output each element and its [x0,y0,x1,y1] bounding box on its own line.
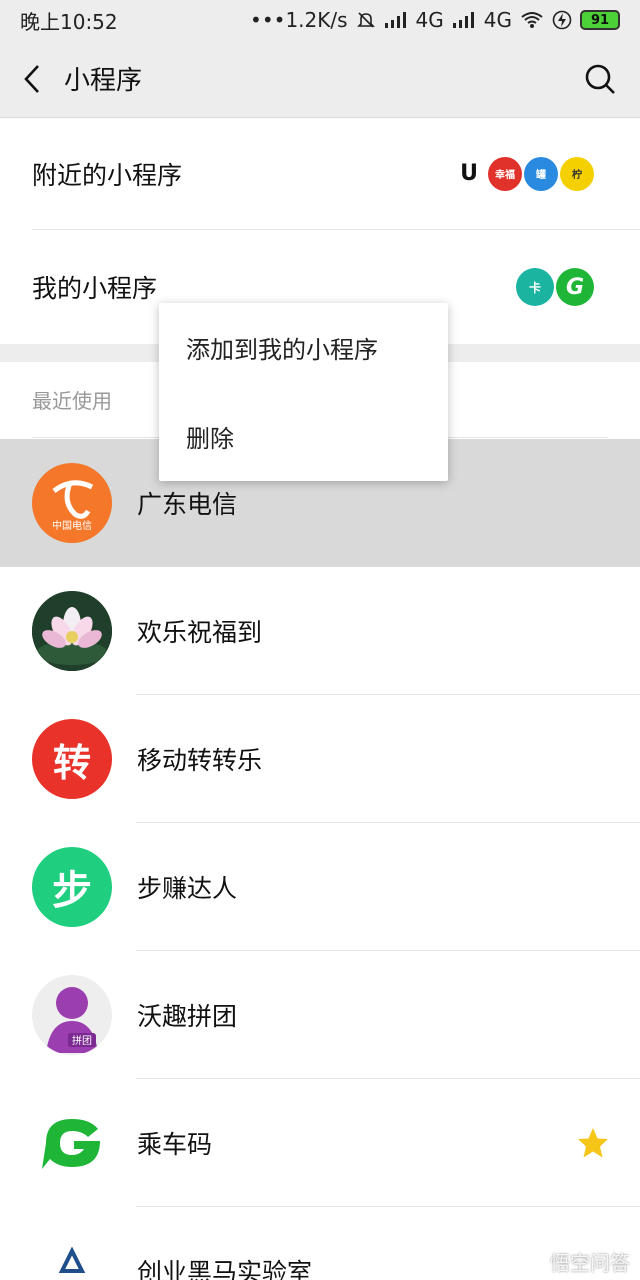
search-icon [585,64,615,94]
recent-item-label: 移动转转乐 [137,746,263,775]
recent-item-buzhuan[interactable]: 步 步赚达人 [0,823,640,951]
page-title: 小程序 [64,66,143,96]
back-arrow-icon [24,64,39,93]
signal-icon-1 [384,12,406,28]
signal-icon-2 [452,12,474,28]
recent-item-huanle[interactable]: 欢乐祝福到 [0,567,640,695]
wifi-icon [521,12,543,28]
lotus-icon [32,591,112,671]
nearby-thumbnails: U 幸福 罐 柠 [452,156,594,191]
battery-indicator: 91 [580,10,620,30]
watermark: 悟空问答 [514,1247,630,1276]
recent-item-bus-code[interactable]: 乘车码 [0,1079,640,1207]
wukong-logo-icon [514,1251,544,1272]
recent-item-label: 步赚达人 [137,874,238,903]
context-menu: 添加到我的小程序 删除 [159,303,448,481]
nearby-thumb-4: 柠 [560,156,594,191]
zhuan-icon: 转 [32,719,112,799]
signal-type-1: 4G [415,8,444,32]
charging-icon [552,10,572,30]
recent-item-label: 沃趣拼团 [137,1002,238,1031]
search-button[interactable] [560,40,640,118]
watermark-text: 悟空问答 [550,1251,630,1275]
zhuan-icon-text: 转 [52,740,91,785]
status-time: 晚上10:52 [20,9,118,34]
recent-item-label: 创业黑马实验室 [137,1258,313,1280]
recent-section: 最近使用 中国电信 广东电信 欢乐祝福到 转 移动转转乐 步 步赚达人 拼团 沃… [0,362,640,1280]
heima-icon [32,1231,112,1280]
status-bar: 晚上10:52 •••1.2K/s 4G 4G 91 [0,0,640,40]
recent-item-label: 广东电信 [137,490,238,519]
bu-icon: 步 [32,847,112,927]
status-right: •••1.2K/s 4G 4G 91 [250,8,620,32]
telecom-icon-text: 中国电信 [52,519,92,532]
signal-type-2: 4G [483,8,512,32]
recent-item-label: 欢乐祝福到 [137,618,263,647]
bu-icon-text: 步 [52,868,92,914]
my-miniprograms-label: 我的小程序 [32,274,158,303]
nearby-thumb-2: 幸福 [488,156,522,191]
nearby-thumb-3: 罐 [524,156,558,191]
nearby-miniprograms-entry[interactable]: 附近的小程序 U 幸福 罐 柠 [32,118,640,230]
nav-bar: 小程序 [0,40,640,118]
network-speed: •••1.2K/s [250,8,348,32]
menu-add-to-my-miniprograms[interactable]: 添加到我的小程序 [159,303,448,392]
recent-item-woqu[interactable]: 拼团 沃趣拼团 [0,951,640,1079]
recent-item-zhuanzhuanle[interactable]: 转 移动转转乐 [0,695,640,823]
my-thumb-2: G [556,268,594,306]
my-thumb-1: 卡 [516,268,554,306]
menu-delete[interactable]: 删除 [159,392,448,481]
mute-icon [356,12,375,28]
woqu-icon: 拼团 [32,975,112,1055]
recent-item-label: 乘车码 [137,1130,213,1159]
my-thumbnails: 卡 G [516,268,594,306]
bus-code-icon [32,1103,112,1183]
china-telecom-icon: 中国电信 [32,463,112,543]
nearby-miniprograms-label: 附近的小程序 [32,160,183,190]
woqu-icon-text: 拼团 [72,1034,92,1047]
star-icon[interactable] [576,1126,610,1160]
nearby-thumb-1: U [452,156,486,191]
back-button[interactable] [0,40,64,118]
